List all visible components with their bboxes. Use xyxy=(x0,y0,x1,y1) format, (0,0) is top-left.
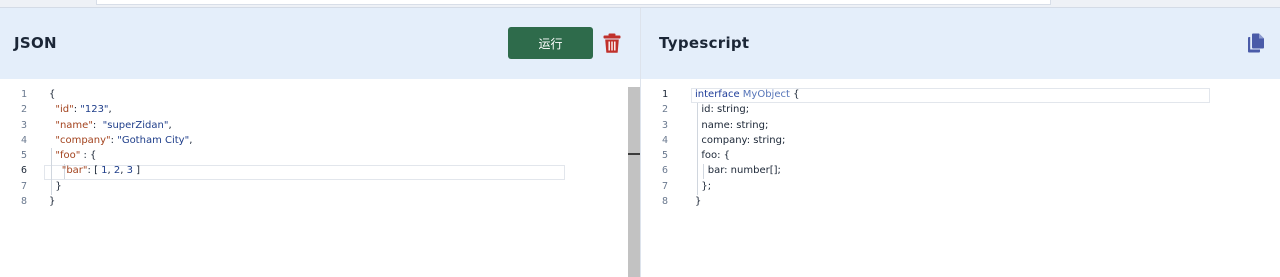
code-line: bar: number[]; xyxy=(695,163,799,178)
run-button[interactable]: 运行 xyxy=(508,27,593,59)
browser-top-bar xyxy=(0,0,1280,8)
json-code-area[interactable]: { "id": "123", "name": "superZidan", "co… xyxy=(49,87,192,209)
trash-icon[interactable] xyxy=(603,33,621,53)
typescript-editor[interactable]: 1 2 3 4 5 6 7 8 interface MyObject { id: string… xyxy=(641,79,1280,277)
json-line-numbers: 1 2 3 4 5 6 7 8 xyxy=(0,87,40,209)
code-line: } xyxy=(49,179,192,194)
code-token: "name" xyxy=(55,119,93,131)
code-token: } xyxy=(695,196,702,208)
line-number: 3 xyxy=(661,119,668,131)
code-token: "company" xyxy=(55,134,111,146)
code-token: : { xyxy=(80,150,97,162)
code-line: name: string; xyxy=(695,118,799,133)
line-number: 5 xyxy=(20,150,27,162)
code-token: : [ xyxy=(87,165,102,177)
json-pane-title: JSON xyxy=(14,34,57,52)
code-token: company: string; xyxy=(695,134,786,146)
line-number: 8 xyxy=(661,196,668,208)
code-line: interface MyObject { xyxy=(695,87,799,102)
typescript-code-area: interface MyObject { id: string; name: s… xyxy=(695,87,799,209)
line-number: 2 xyxy=(20,104,27,116)
code-token: interface xyxy=(695,89,740,100)
code-token: { xyxy=(49,89,56,100)
code-token: MyObject xyxy=(742,89,790,100)
code-token: , xyxy=(168,119,172,131)
line-number: 4 xyxy=(661,134,668,146)
code-line: id: string; xyxy=(695,102,799,117)
code-line: company: string; xyxy=(695,133,799,148)
typescript-pane: Typescript 1 2 3 4 5 6 7 8 interface MyObject {… xyxy=(641,8,1280,277)
line-number: 6 xyxy=(661,165,668,177)
code-token: foo: { xyxy=(695,150,731,162)
code-token: : xyxy=(92,119,103,131)
code-line: } xyxy=(49,194,192,209)
code-line: }; xyxy=(695,179,799,194)
line-number: 5 xyxy=(661,150,668,162)
vertical-scrollbar[interactable] xyxy=(628,87,640,277)
code-line: } xyxy=(695,194,799,209)
line-number: 3 xyxy=(20,119,27,131)
line-number: 6 xyxy=(20,165,27,177)
code-token: bar: number[]; xyxy=(695,165,781,177)
typescript-pane-header: Typescript xyxy=(641,8,1280,79)
typescript-line-numbers: 1 2 3 4 5 6 7 8 xyxy=(641,87,681,209)
code-line: "name": "superZidan", xyxy=(49,118,192,133)
line-number: 2 xyxy=(661,104,668,116)
code-token: "superZidan" xyxy=(102,119,169,131)
code-token: "bar" xyxy=(61,165,88,177)
code-token: { xyxy=(789,89,800,100)
code-line: "bar": [ 1, 2, 3 ] xyxy=(49,163,192,178)
code-line: foo: { xyxy=(695,148,799,163)
scrollbar-thumb-marker[interactable] xyxy=(628,153,640,155)
code-token: name: string; xyxy=(695,119,769,131)
line-number: 1 xyxy=(20,89,27,100)
code-token: ] xyxy=(133,165,141,177)
code-line: "foo" : { xyxy=(49,148,192,163)
code-line: "company": "Gotham City", xyxy=(49,133,192,148)
code-line: { xyxy=(49,87,192,102)
code-token: "id" xyxy=(55,104,74,116)
json-editor[interactable]: 1 2 3 4 5 6 7 8 { "id": "123", "name": "superZi… xyxy=(0,79,640,277)
line-number: 7 xyxy=(20,180,27,192)
code-token: }; xyxy=(695,180,712,192)
code-line: "id": "123", xyxy=(49,102,192,117)
typescript-pane-title: Typescript xyxy=(659,34,750,52)
copy-icon[interactable] xyxy=(1247,33,1265,53)
address-bar-edge xyxy=(96,0,1051,5)
code-token: "foo" xyxy=(55,150,81,162)
code-token: "123" xyxy=(80,104,109,116)
line-number: 8 xyxy=(20,196,27,208)
line-number: 1 xyxy=(661,89,668,100)
code-token: } xyxy=(49,196,56,208)
json-pane-header: JSON 运行 xyxy=(0,8,640,79)
code-token: "Gotham City" xyxy=(117,134,190,146)
code-token: } xyxy=(49,180,62,192)
line-number: 7 xyxy=(661,180,668,192)
code-token: , xyxy=(189,134,193,146)
code-token: id: string; xyxy=(695,104,750,116)
json-pane: JSON 运行 12345678 { "id": "123", "name": … xyxy=(0,8,640,277)
line-number: 4 xyxy=(20,134,27,146)
code-token: , xyxy=(108,104,112,116)
